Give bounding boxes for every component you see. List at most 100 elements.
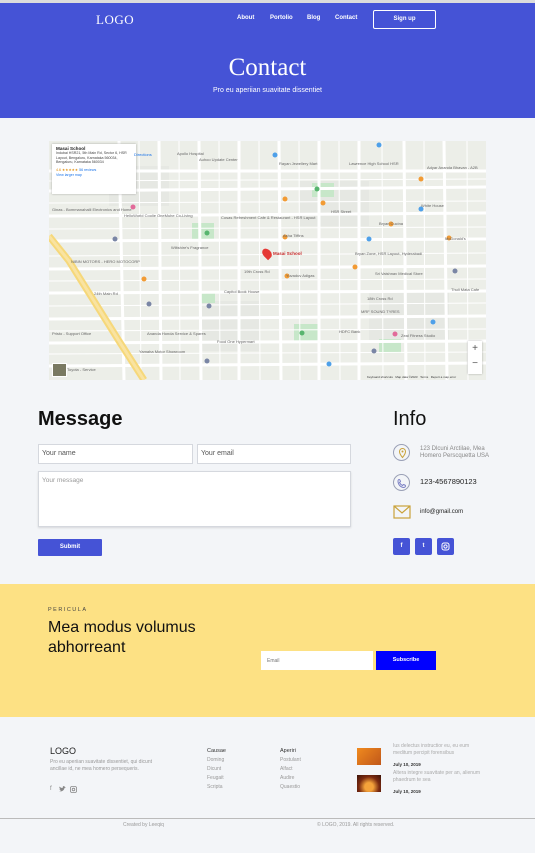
name-input[interactable]: Your name — [38, 444, 193, 464]
report-map-error-link[interactable]: Report a map error — [431, 375, 456, 379]
footer-facebook-icon[interactable]: f — [50, 786, 52, 792]
map-reviews-link[interactable]: 56 reviews — [79, 168, 96, 172]
map-footer: Keyboard shortcuts Map data ©2023 Terms … — [367, 375, 456, 379]
submit-button[interactable]: Submit — [38, 539, 102, 556]
keyboard-shortcuts-link[interactable]: Keyboard shortcuts — [367, 375, 393, 379]
message-heading: Message — [38, 408, 123, 430]
map-label: Yuvaduv Adigas — [286, 273, 315, 278]
map-zoom-control[interactable]: + − — [468, 341, 482, 374]
info-address: 123 Dlcuni Arctilae, Mea Homero Perscque… — [420, 446, 490, 459]
map-label: Lawrence High School HSR — [349, 161, 399, 166]
footer — [0, 717, 535, 853]
post-thumbnail[interactable] — [357, 775, 381, 792]
map-label: Pristo - Support Office — [52, 331, 92, 336]
footer-link[interactable]: Audire — [280, 775, 294, 781]
subscribe-button[interactable]: Subscribe — [376, 651, 436, 670]
info-heading: Info — [393, 408, 427, 430]
info-email[interactable]: info@gmail.com — [420, 509, 463, 516]
footer-instagram-icon[interactable] — [70, 786, 77, 795]
zoom-in-icon[interactable]: + — [468, 341, 482, 356]
map-label: Bryan Cucina — [379, 221, 404, 226]
nav-link-about[interactable]: About — [237, 15, 254, 21]
email-input[interactable]: Your email — [197, 444, 351, 464]
footer-logo[interactable]: LOGO — [50, 746, 76, 756]
footer-divider — [0, 818, 535, 819]
location-pin-icon — [393, 444, 410, 461]
footer-link[interactable]: Dicunt — [207, 766, 221, 772]
footer-link[interactable]: Scripta — [207, 784, 223, 790]
map-label: Cosas Refreshment Cafe & Restaurant - HS… — [221, 215, 316, 220]
map-layer-toggle[interactable] — [52, 363, 67, 377]
newsletter-title: Mea modus volumus abhorreant — [48, 619, 196, 656]
footer-col1-title: Causae — [207, 748, 226, 754]
newsletter-email-input[interactable]: Email — [261, 651, 373, 670]
footer-link[interactable]: Quaestio — [280, 784, 300, 790]
map-data-text: Map data ©2023 — [395, 375, 418, 379]
map-label: HDFC Bank — [339, 329, 361, 334]
footer-link[interactable]: Doming — [207, 757, 224, 763]
footer-link[interactable]: Postulant — [280, 757, 301, 763]
footer-link[interactable]: Alfact — [280, 766, 293, 772]
map-label: Ginas - Bommanahalli Electronics and Hom… — [52, 207, 132, 212]
nav-link-blog[interactable]: Blog — [307, 15, 320, 21]
directions-link[interactable]: Directions — [134, 152, 152, 157]
post-excerpt[interactable]: Ius delectus instructior eu, eu eum medi… — [393, 743, 488, 757]
map-label: Zeal Fitness Studio — [401, 333, 436, 338]
map-pin-label: Masai School — [273, 251, 302, 256]
map-label: McDonald's — [445, 236, 466, 241]
map-place-card: Masai School Indubai HSR21, 5th Main Rd,… — [52, 144, 136, 194]
page-title: Contact — [228, 54, 307, 81]
map-label: Sri Vaishnav Medical Store — [375, 271, 423, 276]
map-label: MRF SOUND TYRES — [361, 309, 400, 314]
footer-link[interactable]: Feugait — [207, 775, 224, 781]
footer-credit: Created by Leeqiq — [123, 822, 164, 828]
map-label: Food One Hypermart — [217, 339, 255, 344]
map-label: NIBIN MOTORS - HERO MOTOCORP — [71, 259, 140, 264]
page: LOGO About Portolio Blog Contact Sign up… — [0, 0, 535, 853]
post-date: July 10, 2019 — [393, 789, 421, 794]
phone-icon — [393, 474, 410, 491]
map-label: Apollo Hospital — [177, 151, 204, 156]
map-label: HSR Street — [331, 209, 352, 214]
instagram-icon[interactable] — [437, 538, 454, 555]
post-excerpt[interactable]: Altera integre suavitate per an, alienum… — [393, 770, 488, 784]
map-label: Asha Tiffins — [283, 233, 304, 238]
map-label: Bryan Zone, HSR Layout, Hyderabadi — [355, 251, 423, 256]
footer-col2-title: Aperiri — [280, 748, 296, 754]
footer-copyright: © LOGO, 2019. All rights reserved. — [317, 822, 395, 828]
nav-link-contact[interactable]: Contact — [335, 15, 357, 21]
map-label: Ananda Honda Service & Spares — [147, 331, 206, 336]
view-larger-map-link[interactable]: View larger map — [56, 173, 132, 177]
map-label: Adyar Ananda Bhavan - A2B — [427, 165, 478, 170]
info-phone[interactable]: 123-4567890123 — [420, 478, 477, 486]
map-label: 18th Cross Rd — [367, 296, 393, 301]
nav-link-portfolio[interactable]: Portolio — [270, 15, 293, 21]
email-icon — [393, 505, 411, 519]
post-thumbnail[interactable] — [357, 748, 381, 765]
map-label: White House — [421, 203, 444, 208]
map-label: 24th Main Rd — [94, 291, 118, 296]
map-label: Capitol Book House — [224, 289, 260, 294]
newsletter-kicker: PERICULA — [48, 607, 88, 613]
post-date: July 10, 2019 — [393, 762, 421, 767]
signup-button[interactable]: Sign up — [373, 10, 436, 29]
map-label: Auhoo Update Center — [199, 157, 238, 162]
page-subtitle: Pro eu aperiian suavitate dissentiet — [213, 87, 322, 94]
map-rating: 4.6 ★★★★★ — [56, 168, 79, 173]
map-label: 19th Cross Rd — [244, 269, 270, 274]
terms-link[interactable]: Terms — [420, 375, 428, 379]
map-label: Toyota - Service — [67, 367, 96, 372]
zoom-out-icon[interactable]: − — [468, 356, 482, 371]
footer-twitter-icon[interactable] — [59, 786, 66, 794]
map-label: Yamaha Motor Showroom — [139, 349, 186, 354]
twitter-icon[interactable]: t — [415, 538, 432, 555]
footer-description: Pro eu aperiian suavitate dissentiet, qu… — [50, 759, 153, 772]
facebook-icon[interactable]: f — [393, 538, 410, 555]
map-label: Thuli Mata Cafe — [451, 287, 480, 292]
nav-logo[interactable]: LOGO — [96, 12, 134, 28]
map-label: Wiltshire's Fragrance — [171, 245, 209, 250]
message-textarea[interactable]: Your message — [38, 471, 351, 527]
embedded-map[interactable]: Apollo Hospital Auhoo Update Center Raya… — [49, 141, 486, 380]
map-label: HelloWorld Coolie OneMuhe Co-Living — [124, 213, 193, 218]
hero-header: LOGO About Portolio Blog Contact Sign up… — [0, 0, 535, 118]
